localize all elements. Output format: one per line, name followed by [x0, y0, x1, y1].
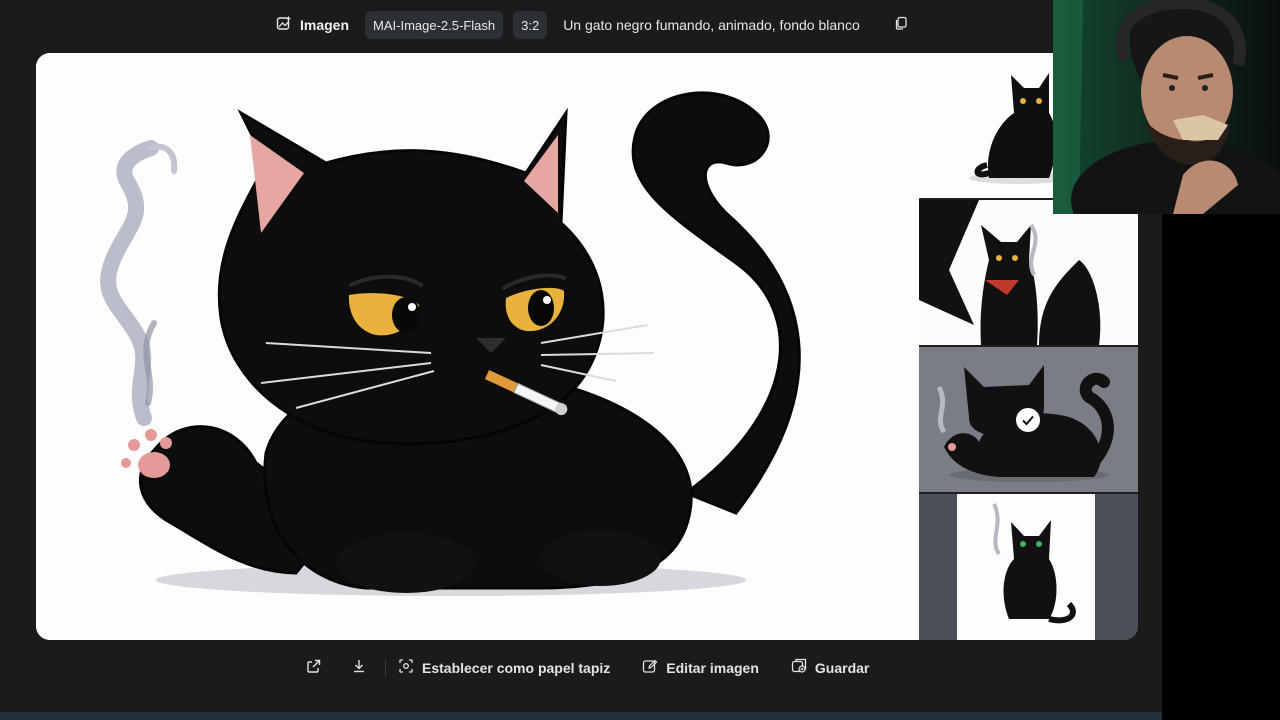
main-generated-image[interactable]	[36, 53, 918, 640]
selected-indicator	[1016, 408, 1040, 432]
image-viewer	[36, 53, 1138, 640]
copy-icon	[894, 16, 908, 35]
header-bar: Imagen MAI-Image-2.5-Flash 3:2 Un gato n…	[270, 10, 912, 40]
prompt-text: Un gato negro fumando, animado, fondo bl…	[563, 17, 860, 33]
bottom-strip	[0, 712, 1162, 720]
model-chip[interactable]: MAI-Image-2.5-Flash	[365, 11, 504, 39]
edit-image-label: Editar imagen	[666, 660, 759, 676]
edit-image-icon	[642, 658, 658, 679]
app-window: Imagen MAI-Image-2.5-Flash 3:2 Un gato n…	[0, 0, 1162, 720]
download-icon	[351, 658, 367, 679]
content-type: Imagen	[270, 11, 355, 39]
webcam-overlay	[1053, 0, 1280, 214]
thumbnail-4[interactable]	[919, 494, 1138, 640]
aspect-ratio-chip[interactable]: 3:2	[513, 11, 548, 39]
checkmark-icon	[1021, 413, 1035, 427]
wallpaper-icon	[398, 658, 414, 679]
copy-prompt-button[interactable]	[890, 14, 912, 36]
toolbar-divider	[385, 659, 386, 677]
save-icon	[791, 658, 807, 679]
thumbnail-3[interactable]	[919, 347, 1138, 492]
download-button[interactable]	[345, 656, 373, 680]
image-spark-icon	[276, 15, 292, 36]
share-button[interactable]	[300, 656, 328, 680]
save-button[interactable]: Guardar	[791, 658, 869, 679]
edit-image-button[interactable]: Editar imagen	[642, 658, 759, 679]
thumbnail-2[interactable]	[919, 200, 1138, 345]
content-type-label: Imagen	[300, 17, 350, 33]
share-icon	[306, 658, 322, 679]
image-actions-toolbar: Establecer como papel tapiz Editar image…	[300, 656, 901, 680]
save-label: Guardar	[814, 660, 870, 676]
set-wallpaper-button[interactable]: Establecer como papel tapiz	[398, 658, 610, 679]
set-wallpaper-label: Establecer como papel tapiz	[422, 660, 611, 676]
